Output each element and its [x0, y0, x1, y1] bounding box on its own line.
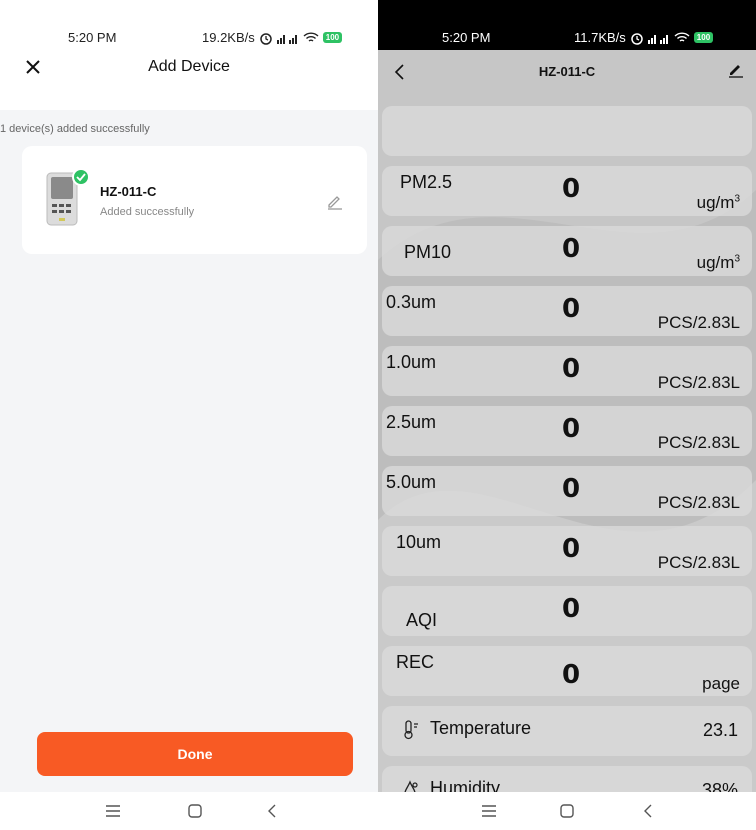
reading-unit: PCS/2.83L	[657, 313, 740, 332]
back-nav-icon[interactable]	[640, 802, 658, 820]
header: Add Device	[0, 50, 378, 100]
reading-value: 0	[562, 474, 581, 504]
reading-unit: ug/m3	[696, 253, 740, 272]
reading-value: 0	[562, 354, 581, 384]
status-time: 5:20 PM	[68, 30, 117, 45]
reading-value: 0	[562, 660, 581, 690]
signal-icon	[276, 34, 297, 44]
reading-label: 5.0um	[386, 472, 437, 492]
home-icon[interactable]	[186, 802, 204, 820]
reading-label: 2.5um	[386, 412, 437, 432]
edit-icon[interactable]	[326, 194, 344, 210]
reading-unit: PCS/2.83L	[657, 373, 740, 392]
reading-label: 1.0um	[386, 352, 437, 372]
header: HZ-011-C	[378, 50, 756, 94]
reading-unit: PCS/2.83L	[657, 553, 740, 572]
reading-value: 0	[562, 174, 581, 204]
status-bar: 5:20 PM 19.2KB/s 100	[0, 0, 378, 50]
battery-icon: 100	[693, 32, 714, 43]
reading-unit: PCS/2.83L	[657, 433, 740, 452]
reading-unit: ug/m3	[696, 193, 740, 212]
device-detail-screen: 5:20 PM 11.7KB/s 100 HZ-011-C PM2.5 0 ug…	[378, 0, 756, 830]
wifi-icon	[303, 31, 319, 42]
reading-row-pm25: PM2.5 0 ug/m3	[382, 166, 752, 216]
check-icon	[72, 168, 90, 186]
alarm-icon	[260, 32, 272, 45]
reading-label: AQI	[406, 610, 438, 630]
done-button[interactable]: Done	[37, 732, 353, 776]
edit-icon[interactable]	[728, 62, 744, 78]
battery-icon: 100	[322, 32, 343, 43]
reading-row-2-5um: 2.5um 0 PCS/2.83L	[382, 406, 752, 456]
thermometer-icon	[404, 720, 418, 740]
reading-value: 0	[562, 534, 581, 564]
reading-row-10um: 10um 0 PCS/2.83L	[382, 526, 752, 576]
device-name: HZ-011-C	[100, 184, 157, 199]
network-speed: 11.7KB/s	[574, 30, 626, 45]
reading-label: PM10	[404, 242, 452, 262]
reading-unit: PCS/2.83L	[657, 493, 740, 512]
reading-label: PM2.5	[400, 172, 453, 192]
reading-row-rec: REC 0 page	[382, 646, 752, 696]
reading-value: 0	[562, 234, 581, 264]
header-extension	[0, 100, 378, 110]
temperature-label: Temperature	[430, 718, 532, 738]
menu-icon[interactable]	[104, 802, 122, 820]
device-status: Added successfully	[100, 206, 195, 218]
alarm-icon	[631, 32, 643, 45]
wifi-icon	[674, 31, 690, 42]
status-right: 19.2KB/s 100	[202, 30, 343, 45]
network-speed: 19.2KB/s	[202, 30, 255, 45]
added-count-text: 1 device(s) added successfully	[0, 123, 150, 135]
reading-label: 0.3um	[386, 292, 437, 312]
reading-unit: page	[702, 674, 740, 693]
temperature-row: Temperature 23.1	[382, 706, 752, 756]
page-title: Add Device	[148, 58, 230, 75]
add-device-screen: 5:20 PM 19.2KB/s 100 Add Device 1 device…	[0, 0, 378, 830]
reading-row-1-0um: 1.0um 0 PCS/2.83L	[382, 346, 752, 396]
status-time: 5:20 PM	[442, 30, 491, 45]
reading-value: 0	[562, 414, 581, 444]
reading-row-aqi: AQI 0	[382, 586, 752, 636]
reading-value: 0	[562, 594, 581, 624]
reading-row-0-3um: 0.3um 0 PCS/2.83L	[382, 286, 752, 336]
signal-icon	[647, 34, 668, 44]
nav-bar	[0, 792, 378, 830]
status-bar: 5:20 PM 11.7KB/s 100	[378, 0, 756, 50]
reading-row-pm10: PM10 0 ug/m3	[382, 226, 752, 276]
page-title: HZ-011-C	[538, 64, 596, 79]
device-card[interactable]: HZ-011-C Added successfully	[22, 146, 367, 254]
nav-bar	[378, 792, 756, 830]
status-right: 11.7KB/s 100	[574, 30, 714, 45]
empty-panel	[382, 106, 752, 156]
home-icon[interactable]	[558, 802, 576, 820]
reading-label: 10um	[396, 532, 442, 552]
menu-icon[interactable]	[480, 802, 498, 820]
temperature-value: 23.1	[702, 720, 738, 740]
reading-value: 0	[562, 294, 581, 324]
back-nav-icon[interactable]	[264, 802, 282, 820]
reading-label: REC	[396, 652, 435, 672]
reading-row-5-0um: 5.0um 0 PCS/2.83L	[382, 466, 752, 516]
